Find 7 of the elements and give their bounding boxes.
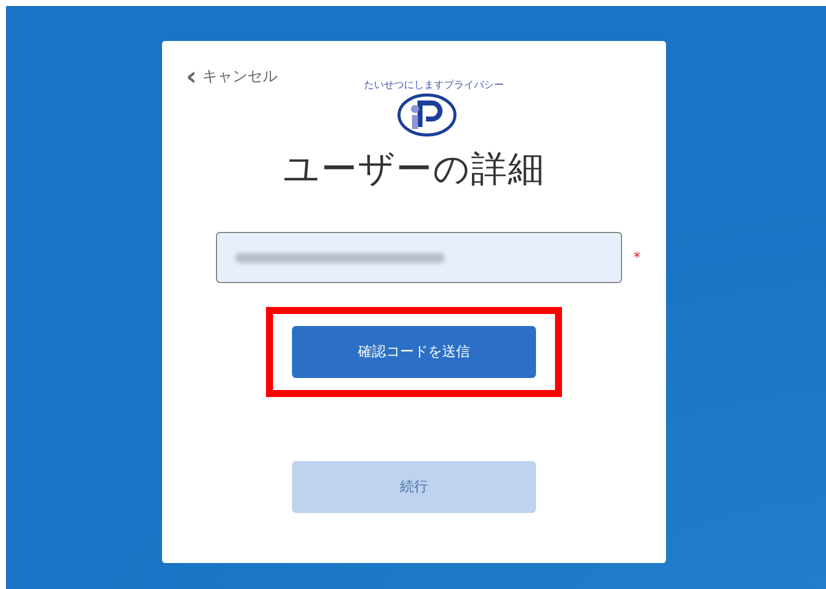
send-code-button[interactable]: 確認コードを送信 (292, 326, 536, 378)
privacy-mark-logo (396, 93, 458, 137)
required-mark: * (634, 250, 640, 266)
email-input-field[interactable] (216, 232, 622, 283)
page-title: ユーザーの詳細 (283, 148, 545, 192)
cancel-link[interactable]: ‹ キャンセル (186, 67, 278, 86)
logo-caption: たいせつにしますプライバシー (364, 78, 504, 92)
